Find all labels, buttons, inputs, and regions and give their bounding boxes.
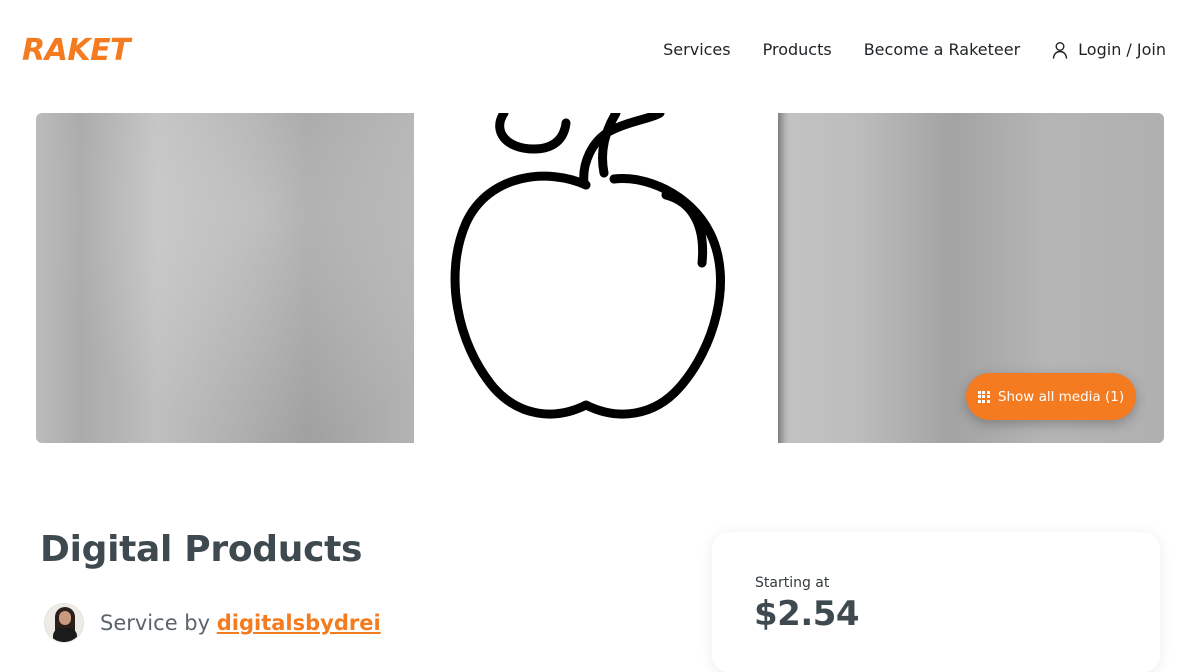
nav-services[interactable]: Services [663,38,730,62]
nav-become-raketeer[interactable]: Become a Raketeer [864,38,1020,62]
gallery-image-center[interactable] [414,113,778,443]
price-value: $2.54 [754,594,860,634]
listing-title: Digital Products [40,529,363,570]
login-join-label: Login / Join [1078,40,1166,59]
seller-name-link[interactable]: digitalsbydrei [217,611,381,635]
login-join-link[interactable]: Login / Join [1052,38,1166,62]
price-label: Starting at [755,575,830,591]
seller-avatar[interactable] [44,603,84,643]
show-all-media-label: Show all media (1) [997,388,1125,405]
show-all-media-button[interactable]: Show all media (1) [966,373,1136,420]
raket-logo[interactable]: RAKET [22,34,131,68]
seller-row: Service by digitalsbydrei [44,603,381,643]
apple-outline-icon [450,113,725,419]
nav-products[interactable]: Products [763,38,832,62]
gallery-image-left[interactable] [36,113,414,443]
grid-icon [977,390,990,403]
service-by-text: Service by digitalsbydrei [100,610,381,636]
user-icon [1052,41,1068,59]
service-by-prefix: Service by [100,611,211,635]
main-nav: Services Products Become a Raketeer Logi… [663,38,1166,62]
site-header: RAKET Services Products Become a Raketee… [0,0,1200,100]
pricing-card: Starting at $2.54 [712,532,1160,672]
